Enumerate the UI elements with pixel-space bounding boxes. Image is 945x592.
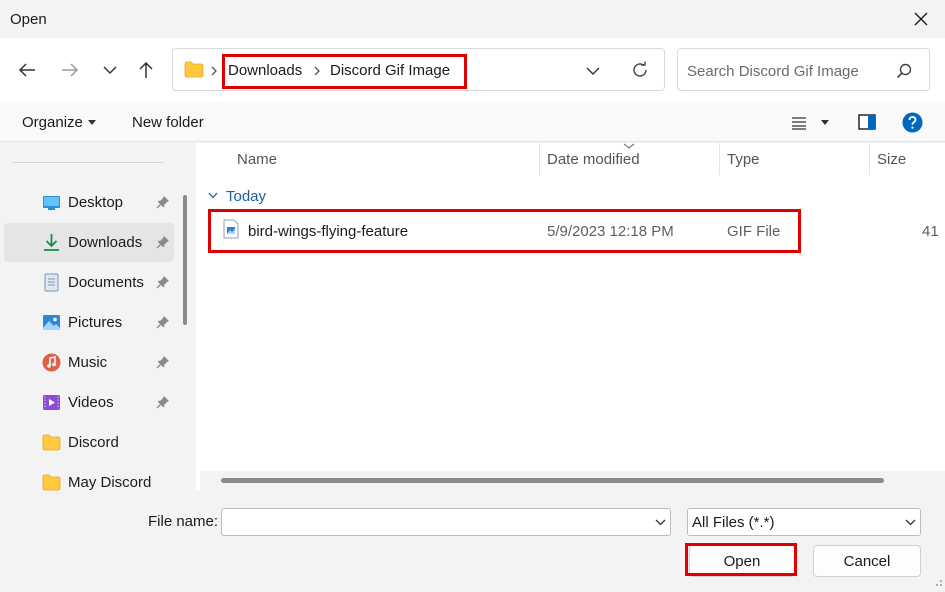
search-box[interactable]: Search Discord Gif Image bbox=[677, 48, 930, 91]
desktop-icon bbox=[43, 196, 60, 210]
column-header-type[interactable]: Type bbox=[727, 151, 760, 168]
search-input[interactable]: Search Discord Gif Image bbox=[687, 63, 859, 80]
sidebar-item-may-discord[interactable]: May Discord bbox=[4, 463, 174, 491]
type-cell: GIF File bbox=[727, 223, 781, 240]
open-button[interactable]: Open bbox=[689, 545, 795, 577]
file-name-cell: bird-wings-flying-feature bbox=[248, 223, 409, 240]
column-divider[interactable] bbox=[539, 143, 540, 175]
recent-locations-button[interactable] bbox=[95, 55, 125, 85]
preview-pane-icon[interactable] bbox=[858, 114, 876, 130]
resize-grip-icon[interactable] bbox=[931, 577, 943, 589]
new-folder-button[interactable]: New folder bbox=[132, 114, 204, 131]
document-icon bbox=[44, 273, 59, 292]
sidebar-item-label: May Discord bbox=[68, 474, 152, 491]
window-title: Open bbox=[10, 11, 47, 28]
open-button-label: Open bbox=[723, 552, 761, 570]
file-name-field[interactable] bbox=[221, 508, 671, 536]
command-bar: Organize New folder bbox=[0, 102, 945, 142]
date-modified-cell: 5/9/2023 12:18 PM bbox=[547, 223, 674, 240]
sidebar-item-downloads[interactable]: Downloads bbox=[4, 223, 174, 262]
sidebar-item-label: Discord bbox=[68, 434, 119, 451]
chevron-down-icon[interactable] bbox=[208, 192, 218, 199]
size-cell: 41 bbox=[922, 223, 939, 240]
videos-icon bbox=[43, 395, 60, 410]
sidebar-item-label: Videos bbox=[68, 394, 114, 411]
sidebar-item-label: Music bbox=[68, 354, 108, 371]
pin-icon[interactable] bbox=[156, 195, 170, 209]
organize-button[interactable]: Organize bbox=[22, 114, 83, 131]
sidebar-item-label: Desktop bbox=[68, 194, 124, 211]
column-divider[interactable] bbox=[719, 143, 720, 175]
dialog-footer: File name: All Files (*.*) Open Cancel bbox=[0, 491, 945, 592]
table-row[interactable]: bird-wings-flying-feature 5/9/2023 12:18… bbox=[210, 212, 945, 250]
open-file-dialog: Open Downloads Discord Gif Image Search … bbox=[0, 0, 945, 592]
pin-icon[interactable] bbox=[156, 275, 170, 289]
close-button[interactable] bbox=[904, 4, 938, 34]
view-list-icon[interactable] bbox=[791, 116, 807, 130]
breadcrumb-discord-gif-image[interactable]: Discord Gif Image bbox=[330, 62, 450, 79]
pin-icon[interactable] bbox=[156, 355, 170, 369]
file-list: Name Date modified Type Size Today bird-… bbox=[196, 143, 945, 491]
sidebar-item-label: Downloads bbox=[68, 234, 143, 251]
refresh-icon[interactable] bbox=[631, 61, 649, 79]
help-icon[interactable] bbox=[902, 112, 923, 133]
sidebar-item-pictures[interactable]: Pictures bbox=[4, 303, 174, 342]
file-type-select[interactable]: All Files (*.*) bbox=[687, 508, 921, 536]
forward-button[interactable] bbox=[55, 55, 85, 85]
pin-icon[interactable] bbox=[156, 395, 170, 409]
arrow-left-icon bbox=[18, 63, 35, 77]
sidebar-scrollbar[interactable] bbox=[183, 195, 187, 325]
cancel-button[interactable]: Cancel bbox=[813, 545, 921, 577]
sidebar-item-label: Documents bbox=[68, 274, 144, 291]
file-name-label: File name: bbox=[148, 513, 219, 530]
caret-down-icon[interactable] bbox=[821, 120, 829, 125]
sidebar-item-documents[interactable]: Documents bbox=[4, 263, 174, 302]
sidebar-item-music[interactable]: Music bbox=[4, 343, 174, 382]
up-button[interactable] bbox=[131, 55, 161, 85]
pin-icon[interactable] bbox=[156, 235, 170, 249]
group-header-today[interactable]: Today bbox=[226, 188, 266, 205]
cancel-button-label: Cancel bbox=[843, 552, 891, 570]
breadcrumb-downloads[interactable]: Downloads bbox=[228, 62, 302, 79]
sidebar-item-label: Pictures bbox=[68, 314, 123, 331]
folder-icon bbox=[184, 61, 204, 78]
chevron-down-icon bbox=[103, 66, 117, 75]
arrow-right-icon bbox=[62, 63, 79, 77]
address-bar[interactable]: Downloads Discord Gif Image bbox=[172, 48, 665, 91]
search-icon bbox=[896, 63, 912, 79]
music-icon bbox=[42, 353, 61, 372]
column-header-size[interactable]: Size bbox=[877, 151, 906, 168]
chevron-right-icon bbox=[314, 66, 320, 76]
sidebar-item-videos[interactable]: Videos bbox=[4, 383, 174, 422]
pin-icon[interactable] bbox=[156, 315, 170, 329]
sort-chevron-icon bbox=[623, 143, 635, 149]
caret-down-icon bbox=[88, 120, 96, 125]
navigation-pane: Desktop Downloads Documents Pictures Mus… bbox=[0, 143, 192, 491]
title-bar: Open bbox=[0, 0, 945, 38]
sidebar-item-discord[interactable]: Discord bbox=[4, 423, 174, 462]
chevron-down-icon[interactable] bbox=[586, 66, 600, 76]
arrow-up-icon bbox=[139, 61, 153, 78]
column-divider[interactable] bbox=[869, 143, 870, 175]
download-icon bbox=[44, 234, 59, 251]
close-icon bbox=[914, 12, 928, 26]
chevron-down-icon bbox=[905, 519, 916, 526]
column-header-name[interactable]: Name bbox=[237, 151, 277, 168]
column-header-date-modified[interactable]: Date modified bbox=[547, 151, 640, 168]
sidebar-divider bbox=[12, 162, 164, 163]
sidebar-item-desktop[interactable]: Desktop bbox=[4, 183, 174, 222]
chevron-down-icon[interactable] bbox=[655, 519, 666, 526]
file-type-value: All Files (*.*) bbox=[692, 514, 775, 531]
chevron-right-icon bbox=[211, 66, 217, 76]
folder-icon bbox=[42, 474, 61, 491]
folder-icon bbox=[42, 434, 61, 451]
pictures-icon bbox=[43, 315, 60, 330]
horizontal-scrollbar-thumb[interactable] bbox=[221, 478, 884, 483]
back-button[interactable] bbox=[12, 55, 42, 85]
gif-file-icon bbox=[223, 219, 239, 239]
